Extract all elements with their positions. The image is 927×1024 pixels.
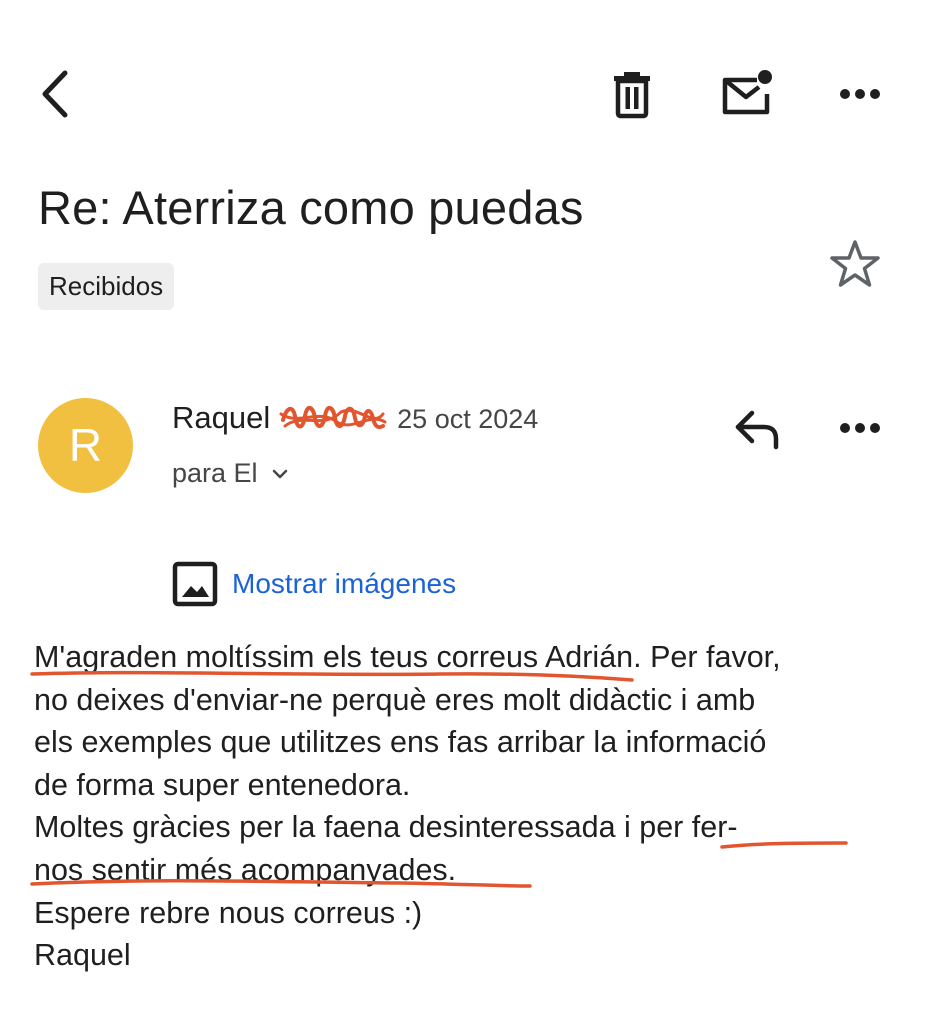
message-more-options-button[interactable] <box>834 406 886 450</box>
email-subject: Re: Aterriza como puedas <box>38 181 584 234</box>
mark-unread-button[interactable] <box>716 64 778 122</box>
message-body: M'agraden moltíssim els teus correus Adr… <box>34 636 914 977</box>
recipient-text: para El <box>172 458 258 488</box>
show-images-button[interactable]: Mostrar imágenes <box>172 560 456 608</box>
recipient-details-toggle[interactable]: para El <box>172 458 289 489</box>
body-line: els exemples que utilitzes ens fas arrib… <box>34 725 767 760</box>
label-chip-inbox[interactable]: Recibidos <box>38 263 175 310</box>
sender-date: 25 oct 2024 <box>397 404 539 434</box>
chevron-left-icon <box>42 70 68 118</box>
body-line: Moltes gràcies per la faena desinteressa… <box>34 810 738 845</box>
image-icon <box>172 561 218 607</box>
sender-line: Raquel 25 oct 2024 <box>172 400 538 440</box>
sender-name: Raquel <box>172 400 271 435</box>
more-options-button[interactable] <box>834 72 886 116</box>
back-button[interactable] <box>30 64 80 124</box>
redaction-scribble <box>279 406 387 429</box>
star-outline-icon <box>830 240 880 287</box>
reply-icon <box>735 410 779 450</box>
avatar[interactable]: R <box>38 398 133 493</box>
more-horizontal-icon <box>840 89 880 99</box>
body-line: de forma super entenedora. <box>34 767 411 802</box>
star-button[interactable] <box>826 236 884 292</box>
reply-button[interactable] <box>726 400 788 458</box>
delete-button[interactable] <box>604 66 660 122</box>
body-line: nos sentir més acompanyades. <box>34 852 457 887</box>
more-horizontal-icon <box>840 423 880 433</box>
body-line: Raquel <box>34 938 131 973</box>
mail-unread-icon <box>722 70 772 115</box>
body-line: no deixes d'enviar-ne perquè eres molt d… <box>34 682 756 717</box>
body-line: M'agraden moltíssim els teus correus Adr… <box>34 640 781 674</box>
body-line: Espere rebre nous correus :) <box>34 895 423 930</box>
trash-icon <box>614 72 650 119</box>
chevron-down-icon <box>272 469 288 479</box>
show-images-link[interactable]: Mostrar imágenes <box>232 568 456 600</box>
